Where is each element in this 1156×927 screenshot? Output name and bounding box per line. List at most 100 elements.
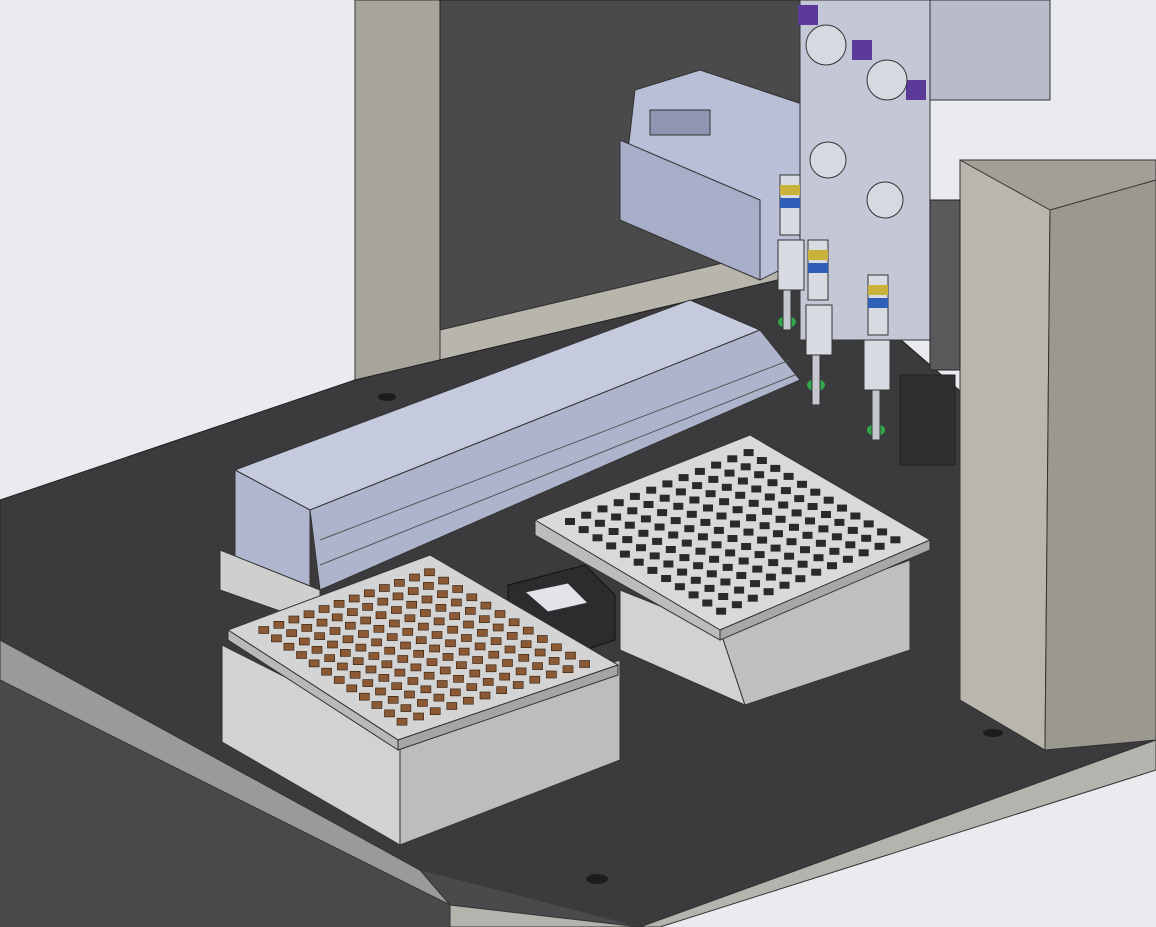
tray-left-component <box>415 636 427 645</box>
tray-left-component <box>333 676 345 684</box>
tray-right-pocket <box>689 496 700 504</box>
tray-left-component <box>565 651 576 660</box>
tray-left-component <box>333 599 345 608</box>
mount-hole <box>586 874 608 884</box>
tray-left-component <box>476 628 488 637</box>
tray-left-component <box>407 677 419 685</box>
tray-left-component <box>551 643 562 652</box>
tray-left-component <box>303 610 315 619</box>
tray-left-component <box>413 649 425 658</box>
tray-right-pocket <box>704 584 715 592</box>
tray-right-pocket <box>802 531 813 539</box>
tray-right-pocket <box>727 535 738 542</box>
tray-left-component <box>496 686 507 695</box>
tray-left-component <box>512 681 524 689</box>
tray-left-component <box>391 682 403 691</box>
tray-right-pocket <box>736 572 747 579</box>
cad-assembly-render[interactable] <box>0 0 1156 927</box>
tray-left-component <box>375 687 386 696</box>
tray-right-pocket <box>724 469 735 477</box>
tray-left-component <box>435 603 447 612</box>
tray-right-pocket <box>863 520 874 528</box>
tray-left-component <box>392 592 404 601</box>
tray-left-component <box>429 707 441 716</box>
tray-right-pocket <box>747 594 758 602</box>
clamp <box>906 80 926 100</box>
tray-right-pocket <box>718 593 729 600</box>
tray-right-pocket <box>663 560 674 568</box>
tray-right-pocket <box>821 511 831 518</box>
tray-right-pocket <box>720 578 731 586</box>
mount-hole <box>378 393 396 401</box>
tray-right-pocket <box>662 480 673 488</box>
tray-left-component <box>410 663 422 672</box>
tray-right-pocket <box>834 518 845 526</box>
tray-right-pocket <box>764 493 775 501</box>
tray-left-component <box>504 645 516 654</box>
tray-left-component <box>404 690 415 699</box>
tray-right-pocket <box>795 575 806 583</box>
tray-left-component <box>482 678 494 686</box>
tray-left-component <box>311 645 323 654</box>
tray-right-pocket <box>706 570 717 578</box>
tray-left-component <box>397 655 409 663</box>
tray-left-component <box>358 630 369 638</box>
tray-left-component <box>421 595 433 604</box>
tray-right-pocket <box>734 586 745 594</box>
tray-left-component <box>423 582 434 590</box>
tray-left-component <box>288 615 300 624</box>
tray-right-pocket <box>842 555 853 563</box>
tray-left-component <box>452 585 464 593</box>
tray-left-component <box>377 597 389 606</box>
tray-right-pocket <box>784 552 795 560</box>
tray-right-pocket <box>837 504 847 512</box>
tray-right-pocket <box>815 539 826 547</box>
tray-left-component <box>423 671 435 680</box>
tray-right-pocket <box>708 475 719 483</box>
tray-left-component <box>375 611 387 620</box>
tray-right-pocket <box>735 491 746 499</box>
tray-left-component <box>321 667 332 676</box>
tray-right-pocket <box>613 499 624 507</box>
tray-left-component <box>532 662 543 670</box>
tray-right-pocket <box>743 449 754 457</box>
tray-right-pocket <box>748 499 759 507</box>
tray-left-component <box>469 669 481 678</box>
tray-right-pocket <box>619 550 630 558</box>
tray-left-component <box>463 696 474 705</box>
tray-left-component <box>494 610 506 618</box>
tray-right-pocket <box>810 488 821 496</box>
tray-right-pocket <box>727 455 738 463</box>
tray-left-component <box>378 584 390 592</box>
tray-right-pocket <box>752 565 763 573</box>
tray-left-component <box>384 646 396 655</box>
tray-left-component <box>314 632 325 641</box>
tray-right-pocket <box>665 546 676 553</box>
tray-right-pocket <box>731 601 742 609</box>
tray-left-component <box>384 709 395 718</box>
tray-right-pocket <box>763 588 774 596</box>
tray-right-pocket <box>684 525 695 533</box>
tray-left-component <box>485 664 497 673</box>
tray-left-component <box>371 701 383 709</box>
right-enclosure <box>959 159 1156 751</box>
tray-right-pocket <box>805 517 815 525</box>
tray-left-component <box>466 593 478 602</box>
cad-viewport[interactable] <box>0 0 1156 927</box>
tray-left-component <box>420 685 432 694</box>
tray-right-pocket <box>743 528 754 536</box>
tray-left-component <box>362 679 374 687</box>
clamp <box>798 5 818 25</box>
tray-right-pocket <box>823 496 834 504</box>
tray-left-component <box>394 668 406 677</box>
tray-left-component <box>409 573 420 582</box>
tray-right-pocket <box>594 519 605 527</box>
tray-left-component <box>451 598 462 607</box>
tray-left-component <box>518 653 530 662</box>
tray-left-component <box>449 688 461 697</box>
tray-left-component <box>378 674 390 682</box>
tray-right-pocket <box>629 492 640 500</box>
tray-left-component <box>324 654 336 662</box>
tray-right-pocket <box>738 557 749 565</box>
tray-right-pocket <box>690 576 701 584</box>
